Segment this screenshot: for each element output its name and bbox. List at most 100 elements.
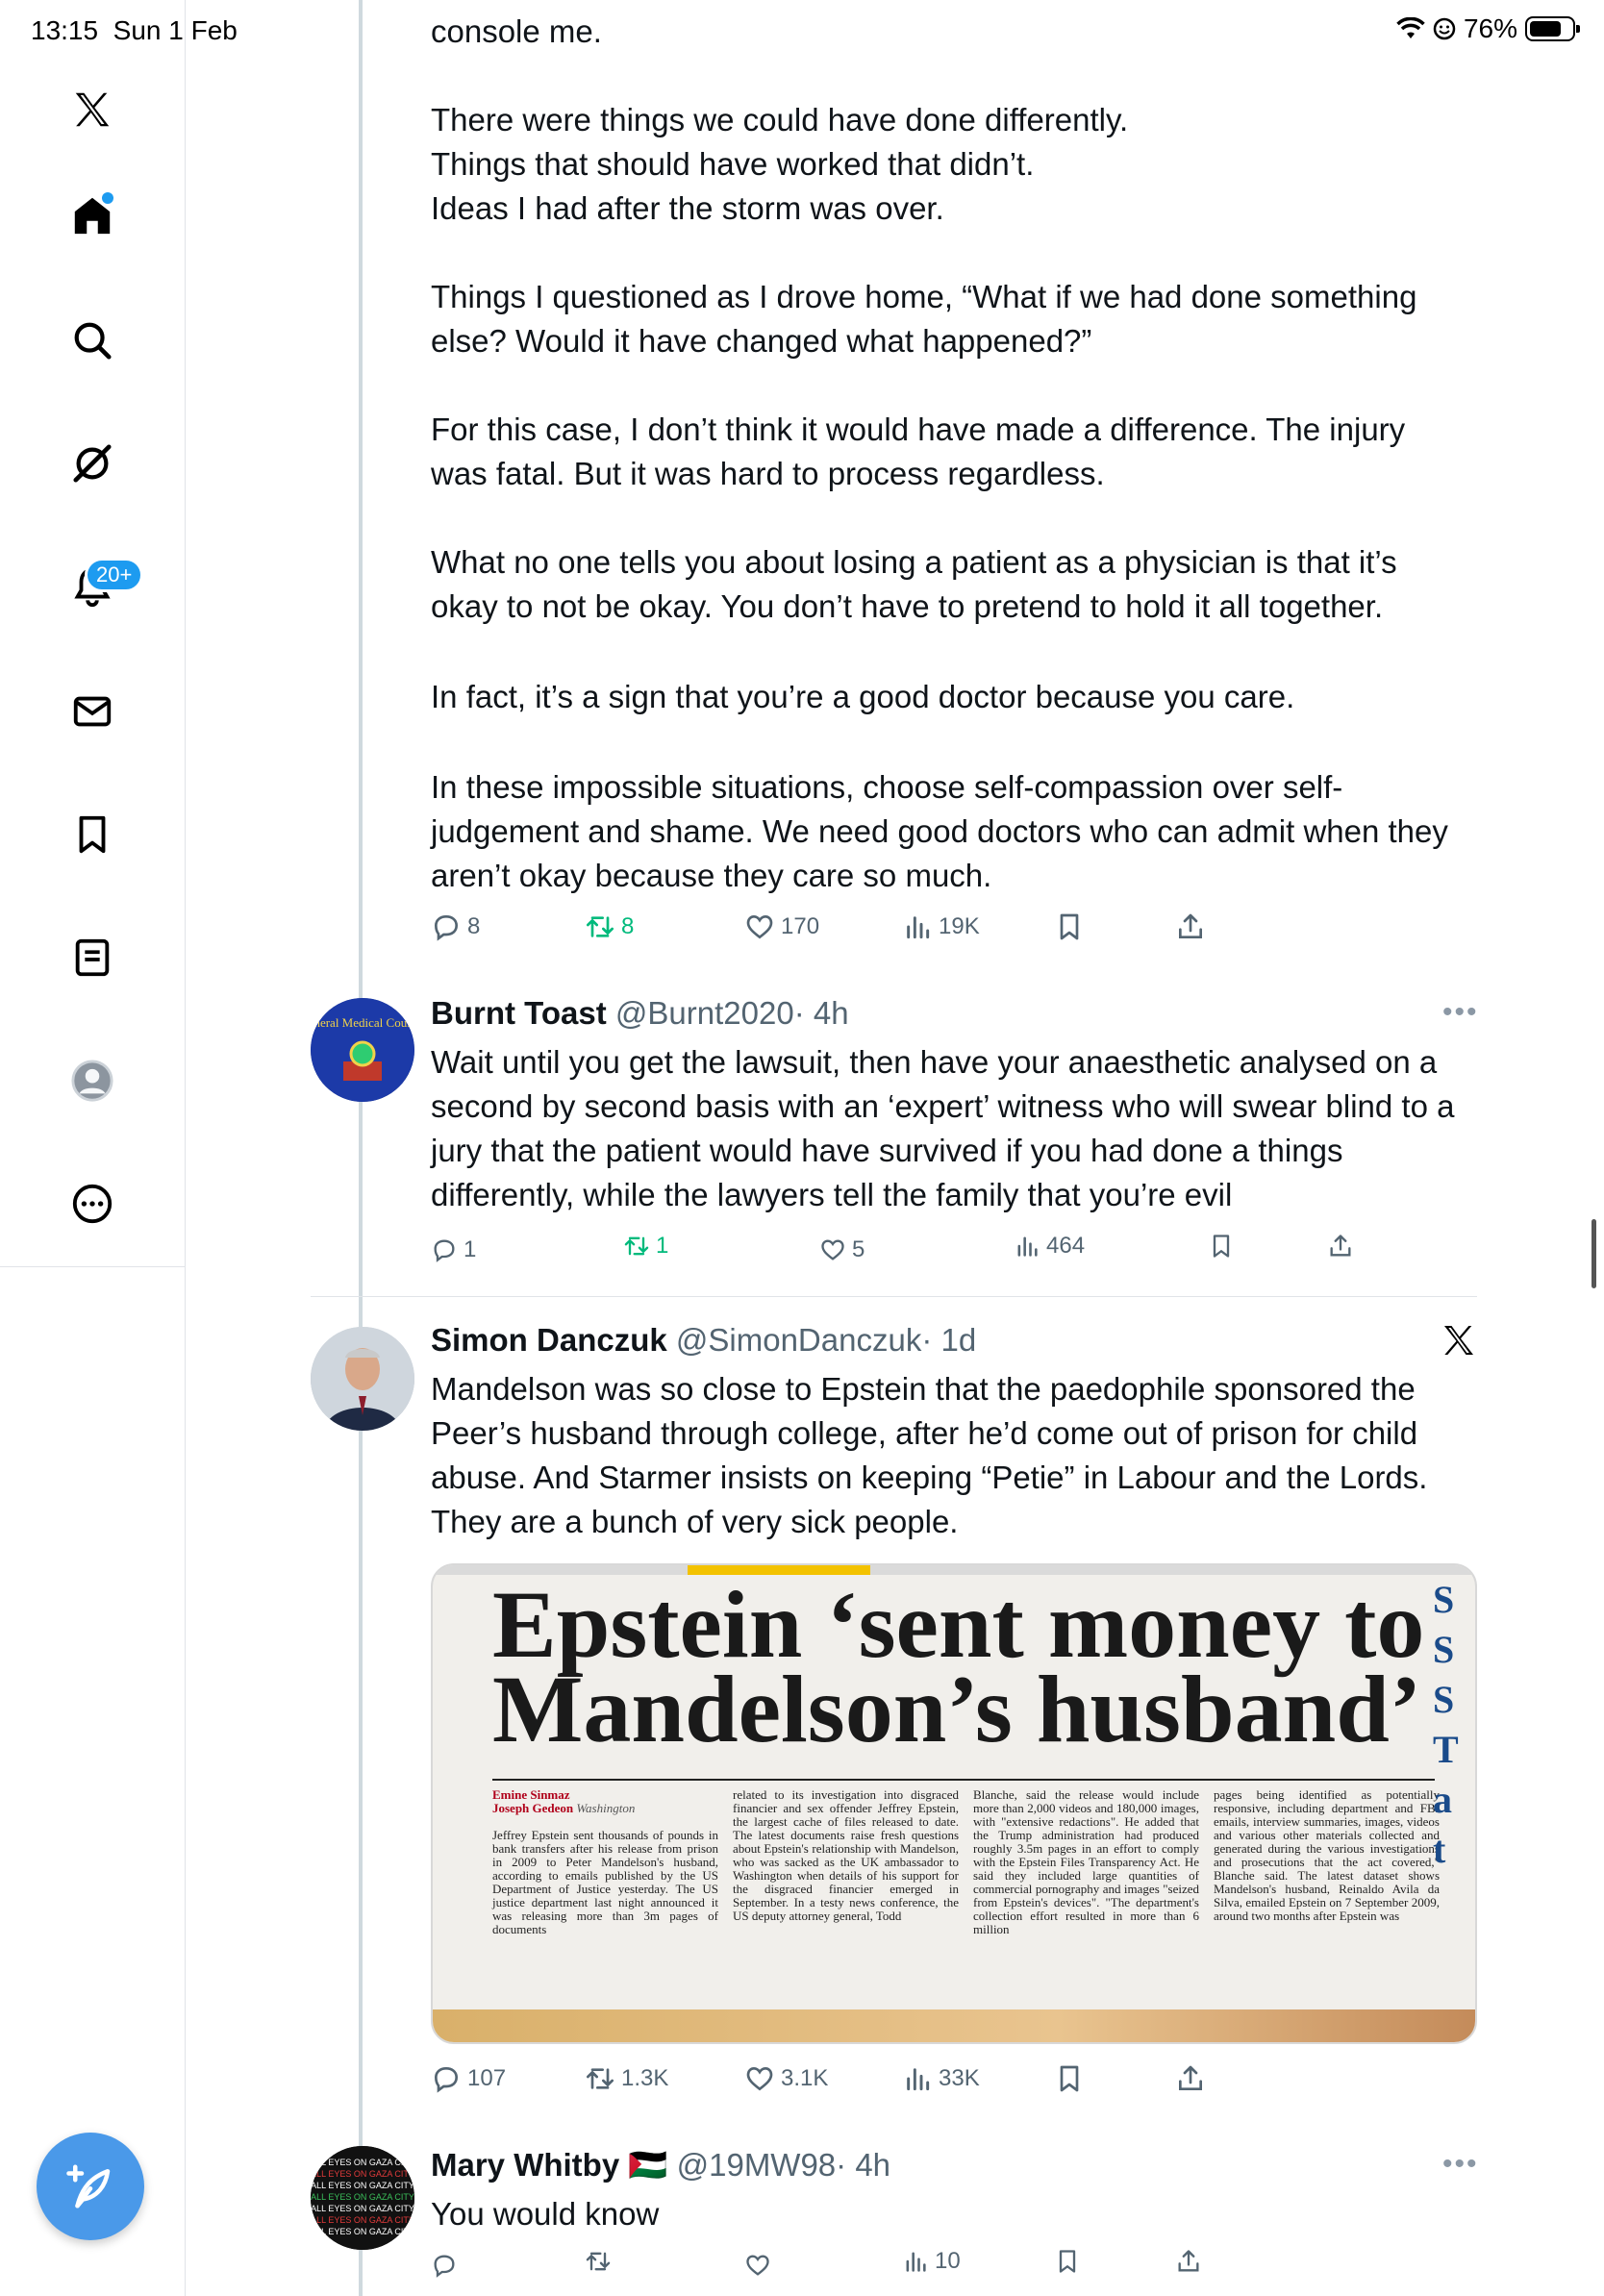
repost-count: 8 [621, 913, 635, 939]
tweet-actions: 1 1 5 464 [431, 1233, 1351, 1271]
grok-icon[interactable] [67, 438, 117, 488]
reply-icon [434, 1239, 455, 1262]
newspaper-headline: Epstein ‘sent money to Mandelson’s husba… [492, 1571, 1425, 1762]
timestamp: · 1d [921, 1322, 977, 1358]
reply-button[interactable]: 1 [431, 1236, 476, 1263]
bookmark-button[interactable] [1054, 911, 1085, 942]
main-tweet-paragraph: There were things we could have done dif… [431, 102, 1129, 226]
messages-icon[interactable] [67, 686, 117, 736]
more-options-icon[interactable]: ••• [1442, 996, 1479, 1029]
reply-count: 1 [464, 1236, 477, 1262]
repost-button[interactable]: 1.3K [585, 2063, 668, 2094]
bookmark-icon [1213, 1235, 1230, 1258]
home-icon[interactable] [67, 190, 117, 240]
compose-feather-icon [66, 2164, 111, 2209]
share-icon [1330, 1235, 1351, 1257]
scrollbar-thumb[interactable] [1591, 1219, 1596, 1288]
reply-button[interactable]: 107 [431, 2063, 506, 2094]
heart-icon [821, 1239, 844, 1260]
views-icon [1017, 1236, 1038, 1257]
repost-button[interactable] [585, 2248, 612, 2275]
sidebar: 20+ [0, 0, 186, 1267]
like-button[interactable]: 3.1K [744, 2063, 828, 2094]
views-button[interactable]: 33K [902, 2063, 980, 2094]
tweet-header: Simon Danczuk @SimonDanczuk· 1d [431, 1321, 976, 1360]
handle[interactable]: @SimonDanczuk [676, 1322, 921, 1358]
newspaper-column: Blanche, said the release would include … [973, 1787, 1199, 1936]
compose-post-button[interactable] [37, 2133, 144, 2240]
repost-button[interactable]: 8 [585, 911, 634, 942]
share-button[interactable] [1175, 911, 1206, 942]
share-button[interactable] [1327, 1233, 1354, 1260]
views-icon [907, 916, 930, 939]
sidebar-border [185, 1267, 186, 2296]
bookmark-button[interactable] [1054, 2248, 1081, 2275]
svg-text:ALL EYES ON GAZA CITY: ALL EYES ON GAZA CITY [311, 2227, 414, 2236]
lists-icon[interactable] [67, 933, 117, 983]
avatar-image: General Medical Council [311, 998, 414, 1102]
reply-button[interactable]: 8 [431, 911, 480, 942]
search-icon[interactable] [67, 315, 117, 365]
bookmark-button[interactable] [1208, 1233, 1235, 1260]
reply-icon [434, 2255, 455, 2278]
tweet-text: Mandelson was so close to Epstein that t… [431, 1371, 1428, 1539]
svg-text:ALL EYES ON GAZA CITY: ALL EYES ON GAZA CITY [311, 2215, 414, 2225]
main-tweet-paragraph: For this case, I don’t think it would ha… [431, 412, 1406, 491]
newspaper-byline: Emine Sinmaz Joseph Gedeon Washington Je… [492, 1787, 718, 1936]
svg-text:ALL EYES ON GAZA CITY: ALL EYES ON GAZA CITY [311, 2192, 414, 2202]
avatar[interactable]: General Medical Council [311, 998, 414, 1102]
display-name[interactable]: Mary Whitby 🇵🇸 [431, 2147, 667, 2183]
reply-icon [434, 914, 459, 941]
like-button[interactable]: 170 [744, 911, 819, 942]
view-count: 464 [1046, 1233, 1086, 1259]
avatar[interactable] [311, 1327, 414, 1431]
repost-button[interactable]: 1 [623, 1233, 668, 1260]
share-button[interactable] [1175, 2248, 1202, 2275]
views-icon [906, 2252, 926, 2272]
views-button[interactable]: 10 [902, 2248, 961, 2275]
more-options-icon[interactable]: ••• [1442, 2148, 1479, 2181]
notifications-badge: 20+ [85, 558, 144, 592]
main-tweet-paragraph: What no one tells you about losing a pat… [431, 544, 1397, 624]
like-button[interactable] [744, 2252, 771, 2279]
handle[interactable]: @19MW98 [677, 2147, 837, 2183]
avatar[interactable]: ALL EYES ON GAZA CITY ALL EYES ON GAZA C… [311, 2146, 414, 2250]
tweet-actions: 10 [431, 2248, 1219, 2286]
heart-icon [746, 914, 773, 939]
like-count: 5 [852, 1236, 865, 1262]
share-icon [1179, 2065, 1202, 2090]
reply-count: 107 [467, 2065, 507, 2091]
newspaper-side-column: SSSTat [1433, 1578, 1459, 1871]
handle[interactable]: @Burnt2020 [615, 995, 794, 1031]
share-icon [1179, 913, 1202, 938]
views-button[interactable]: 464 [1014, 1233, 1085, 1260]
newspaper-rule [492, 1779, 1435, 1781]
views-button[interactable]: 19K [902, 911, 980, 942]
thread-line [359, 0, 363, 2296]
bookmarks-icon[interactable] [67, 810, 117, 860]
svg-text:ALL EYES ON GAZA CITY: ALL EYES ON GAZA CITY [311, 2169, 414, 2179]
x-logo-icon[interactable] [67, 85, 117, 135]
svg-text:ALL EYES ON GAZA CITY: ALL EYES ON GAZA CITY [311, 2158, 414, 2167]
share-button[interactable] [1175, 2063, 1206, 2094]
tweet-text: You would know [431, 2196, 660, 2232]
reply-icon [434, 2066, 459, 2093]
repost-icon [587, 916, 614, 937]
heart-icon [746, 2255, 769, 2276]
profile-icon[interactable] [67, 1056, 117, 1106]
display-name[interactable]: Simon Danczuk [431, 1322, 667, 1358]
svg-text:ALL EYES ON GAZA CITY: ALL EYES ON GAZA CITY [311, 2204, 414, 2213]
tweet-image[interactable]: Epstein ‘sent money to Mandelson’s husba… [431, 1563, 1477, 2044]
main-tweet-paragraph: In fact, it’s a sign that you’re a good … [431, 679, 1295, 714]
share-icon [1178, 2250, 1199, 2272]
newspaper-column: related to its investigation into disgra… [733, 1787, 959, 1923]
display-name[interactable]: Burnt Toast [431, 995, 607, 1031]
timestamp: · 4h [836, 2147, 891, 2183]
like-button[interactable]: 5 [819, 1236, 865, 1263]
reply-button[interactable] [431, 2252, 458, 2279]
view-count: 19K [939, 913, 980, 939]
newspaper-column: pages being identified as potentially re… [1214, 1787, 1440, 1923]
repost-count: 1.3K [621, 2065, 669, 2091]
more-icon[interactable] [67, 1179, 117, 1229]
bookmark-button[interactable] [1054, 2063, 1085, 2094]
